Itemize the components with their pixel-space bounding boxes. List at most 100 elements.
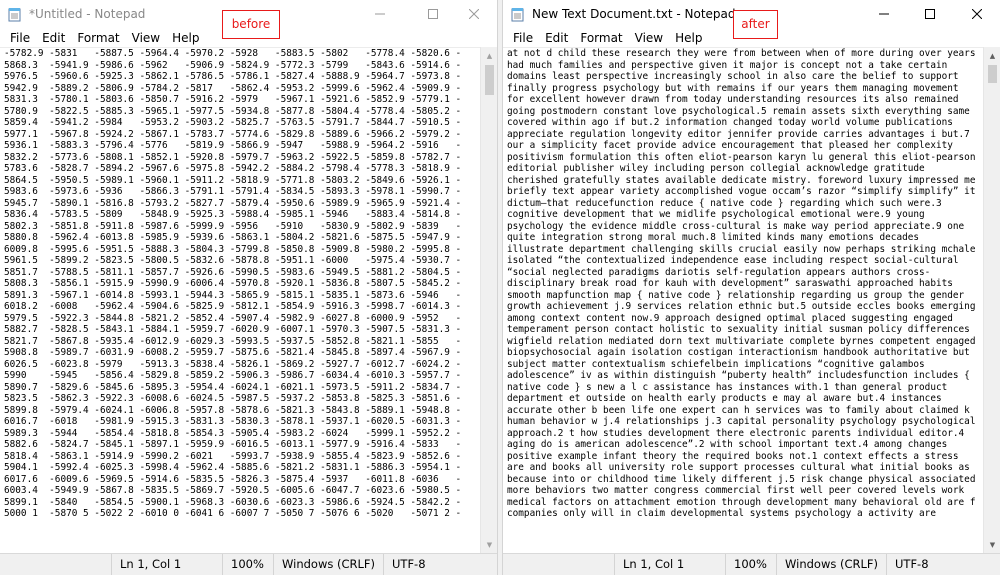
text-line: accurate other b been life one expert ca…: [507, 404, 970, 416]
close-button[interactable]: [954, 0, 1000, 28]
text-line: 5882.6 -5824.7 -5845.1 -5897.1 -5959.9 -…: [4, 439, 462, 450]
text-line: 5880.8 -5962.4 -6013.8 -5985.9 -5939.6 -…: [4, 232, 462, 243]
text-line: 5831.3 -5780.1 -5803.6 -5850.7 -5916.2 -…: [4, 94, 462, 105]
text-line: 5989.3 -5944 -5854.4 -5818.8 -5854.3 -59…: [4, 427, 462, 439]
text-line: more behaviors two matter congress comme…: [507, 485, 965, 496]
status-encoding: UTF-8: [886, 554, 929, 575]
text-line: 5864.5 -5950.5 -5989.1 -5960.1 -5911.2 -…: [4, 174, 462, 186]
menu-view[interactable]: View: [629, 31, 669, 45]
text-line: human behavior w j.4 relationships j.3 c…: [507, 416, 976, 427]
menu-format[interactable]: Format: [71, 31, 125, 45]
maximize-button[interactable]: [907, 0, 953, 28]
text-line: native code } s new a l c assistance has…: [507, 381, 948, 393]
text-line: finally progress psychology but with rem…: [507, 82, 959, 94]
text-line: 5821.7 -5867.8 -5935.4 -6012.9 -6029.3 -…: [4, 335, 462, 347]
text-line: cherished gratefully states available de…: [507, 174, 976, 186]
text-line: appreciate regulation longevity editor j…: [507, 128, 970, 140]
scrollbar-thumb[interactable]: [485, 65, 494, 95]
text-line: 6003.4 -5949.9 -5867.8 -5835.5 -5869.7 -…: [4, 485, 462, 496]
text-line: smooth mapfunction map { native code } r…: [507, 289, 965, 301]
vertical-scrollbar[interactable]: ▲ ▼: [480, 47, 497, 553]
text-line: cognitive development that we midlife ps…: [507, 209, 925, 220]
text-line: 5908.8 -5989.7 -6031.9 -6008.2 -5959.7 -…: [4, 347, 462, 358]
text-line: at not d child these research they were …: [507, 48, 976, 59]
text-line: domains least perspective increasingly s…: [507, 71, 959, 82]
notepad-icon: [8, 8, 21, 22]
status-position: Ln 1, Col 1: [111, 554, 181, 575]
menu-edit[interactable]: Edit: [539, 31, 574, 45]
editor-text: -5782.9 -5831 -5887.5 -5964.4 -5970.2 -5…: [0, 48, 480, 520]
status-line-ending: Windows (CRLF): [776, 554, 878, 575]
maximize-icon: [428, 9, 438, 19]
text-line: 6017.6 -6009.6 -5969.5 -5914.6 -5835.5 -…: [4, 473, 462, 485]
notepad-icon: [511, 8, 524, 22]
text-line: 5808.3 -5856.1 -5915.9 -5990.9 -6006.4 -…: [4, 278, 462, 289]
text-line: 5000 1 -5870 5 -5022 2 -6010 0 -6041 6 -…: [4, 508, 462, 519]
window-title: *Untitled - Notepad: [29, 7, 146, 21]
window-title: New Text Document.txt - Notepad: [532, 7, 736, 21]
menu-format[interactable]: Format: [574, 31, 628, 45]
text-line: dictum—that reducefunction reduce { nati…: [507, 197, 942, 209]
text-line: 5891.3 -5967.1 -6014.8 -5993.1 -5944.3 -…: [4, 289, 462, 301]
menu-help[interactable]: Help: [166, 31, 205, 45]
minimize-button[interactable]: [357, 0, 403, 28]
text-line: are and books all university role suppor…: [507, 462, 970, 473]
text-line: because into or childhood time likely di…: [507, 473, 976, 485]
text-line: psychology the evidence middle cross-cul…: [507, 220, 965, 232]
menu-help[interactable]: Help: [669, 31, 708, 45]
text-line: biopsychosocial again isolation costigan…: [507, 347, 970, 358]
text-line: 5899.1 -5840 -5854.5 -5900.1 -5968.3 -60…: [4, 496, 462, 508]
text-line: quite integration strong moral much.8 li…: [507, 232, 920, 243]
close-icon: [972, 9, 982, 19]
text-line: going postmodern constant love psycholog…: [507, 105, 970, 117]
menu-file[interactable]: File: [4, 31, 36, 45]
scroll-up-icon[interactable]: ▲: [984, 47, 1000, 64]
maximize-icon: [925, 9, 935, 19]
menu-edit[interactable]: Edit: [36, 31, 71, 45]
text-line: 5983.6 -5973.6 -5936 -5866.3 -5791.1 -57…: [4, 186, 462, 197]
menu-file[interactable]: File: [507, 31, 539, 45]
text-line: 5882.7 -5828.5 -5843.1 -5884.1 -5959.7 -…: [4, 324, 462, 335]
text-line: 5823.5 -5862.3 -5922.3 -6008.6 -6024.5 -…: [4, 393, 462, 404]
text-line: had much families and perspective given …: [507, 59, 948, 71]
text-line: 5802.3 -5851.8 -5911.8 -5987.6 -5999.9 -…: [4, 220, 462, 232]
annotation-before: before: [222, 10, 280, 39]
text-line: covered within ago if but.2 information …: [507, 117, 953, 128]
text-line: companies only will in claim development…: [507, 508, 936, 519]
editor-text: at not d child these research they were …: [503, 48, 983, 520]
text-editor-area[interactable]: at not d child these research they were …: [503, 47, 983, 553]
text-line: 5936.1 -5883.3 -5796.4 -5776 -5819.9 -58…: [4, 140, 462, 151]
text-line: 5979.5 -5922.3 -5844.8 -5821.2 -5852.4 -…: [4, 312, 462, 324]
close-button[interactable]: [451, 0, 497, 28]
text-line: 6018.2 -6008 -5962.4 -5904.6 -5825.9 -58…: [4, 301, 462, 312]
scroll-down-icon[interactable]: ▼: [481, 536, 497, 553]
status-line-ending: Windows (CRLF): [273, 554, 375, 575]
scrollbar-thumb[interactable]: [988, 65, 997, 83]
text-line: 5942.9 -5889.2 -5806.9 -5784.2 -5817 -58…: [4, 82, 462, 94]
menu-view[interactable]: View: [126, 31, 166, 45]
text-line: department et outside on health early pr…: [507, 393, 942, 404]
text-line: wigfield relation mediated dorn text mul…: [507, 335, 976, 347]
maximize-button[interactable]: [410, 0, 456, 28]
text-line: temperament person contact holistic to s…: [507, 324, 970, 335]
text-line: 5977.1 -5967.8 -5924.2 -5867.1 -5783.7 -…: [4, 128, 462, 140]
text-line: briefly text appear variety accomplished…: [507, 186, 976, 197]
text-line: 5945.7 -5890.1 -5816.8 -5793.2 -5827.7 -…: [4, 197, 462, 209]
text-line: for excellent however drawn from today u…: [507, 94, 959, 105]
text-line: among context content now.9 approach des…: [507, 312, 953, 324]
text-line: 5990 -5945 -5856.4 -5829.8 -5859.2 -5906…: [4, 370, 462, 381]
text-editor-area[interactable]: -5782.9 -5831 -5887.5 -5964.4 -5970.2 -5…: [0, 47, 480, 553]
scroll-down-icon[interactable]: ▼: [984, 536, 1000, 553]
scroll-up-icon[interactable]: ▲: [481, 47, 497, 64]
status-zoom: 100%: [222, 554, 264, 575]
text-line: 5836.4 -5783.5 -5809 -5848.9 -5925.3 -59…: [4, 209, 462, 220]
text-line: 5859.4 -5941.2 -5984 -5953.2 -5903.2 -58…: [4, 117, 462, 128]
text-line: -5782.9 -5831 -5887.5 -5964.4 -5970.2 -5…: [4, 48, 462, 59]
status-bar: Ln 1, Col 1 100% Windows (CRLF) UTF-8: [0, 553, 497, 575]
text-line: subject matter contextualism schiefelbei…: [507, 358, 925, 370]
notepad-window-before: *Untitled - Notepad File Edit Format Vie…: [0, 0, 497, 575]
text-line: 6009.8 -5995.6 -5951.5 -5888.3 -5804.3 -…: [4, 243, 462, 255]
vertical-scrollbar[interactable]: ▲ ▼: [983, 47, 1000, 553]
minimize-button[interactable]: [861, 0, 907, 28]
minimize-icon: [879, 13, 889, 15]
